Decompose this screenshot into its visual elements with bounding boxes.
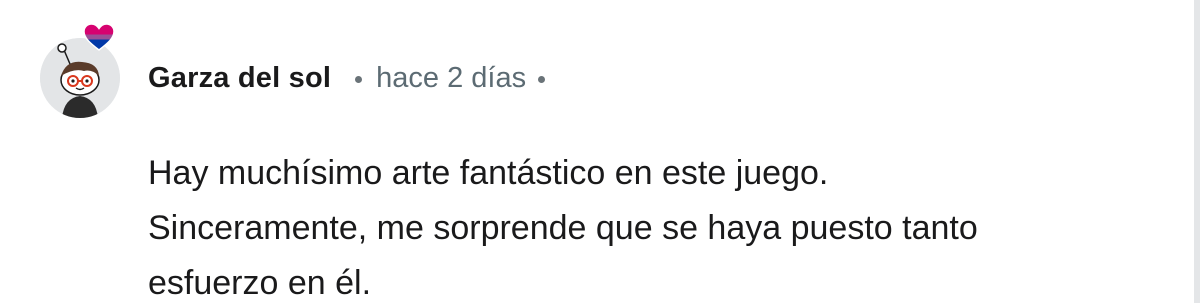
author-username[interactable]: Garza del sol: [148, 62, 331, 95]
comment-line: Hay muchísimo arte fantástico en este ju…: [148, 154, 829, 192]
comment-timestamp[interactable]: hace 2 días: [376, 62, 526, 95]
bi-pride-heart-icon: [83, 23, 115, 51]
comment-header: Garza del sol hace 2 días: [148, 58, 557, 98]
separator-dot: [355, 75, 363, 83]
scrollbar-track[interactable]: [1194, 0, 1200, 303]
comment-line: Sinceramente, me sorprende que se haya p…: [148, 209, 978, 247]
comment-card: Garza del sol hace 2 días Hay muchísimo …: [0, 0, 1200, 303]
separator-dot: [538, 75, 546, 83]
comment-line: esfuerzo en él.: [148, 264, 372, 302]
comment-body: Hay muchísimo arte fantástico en este ju…: [148, 146, 1158, 303]
